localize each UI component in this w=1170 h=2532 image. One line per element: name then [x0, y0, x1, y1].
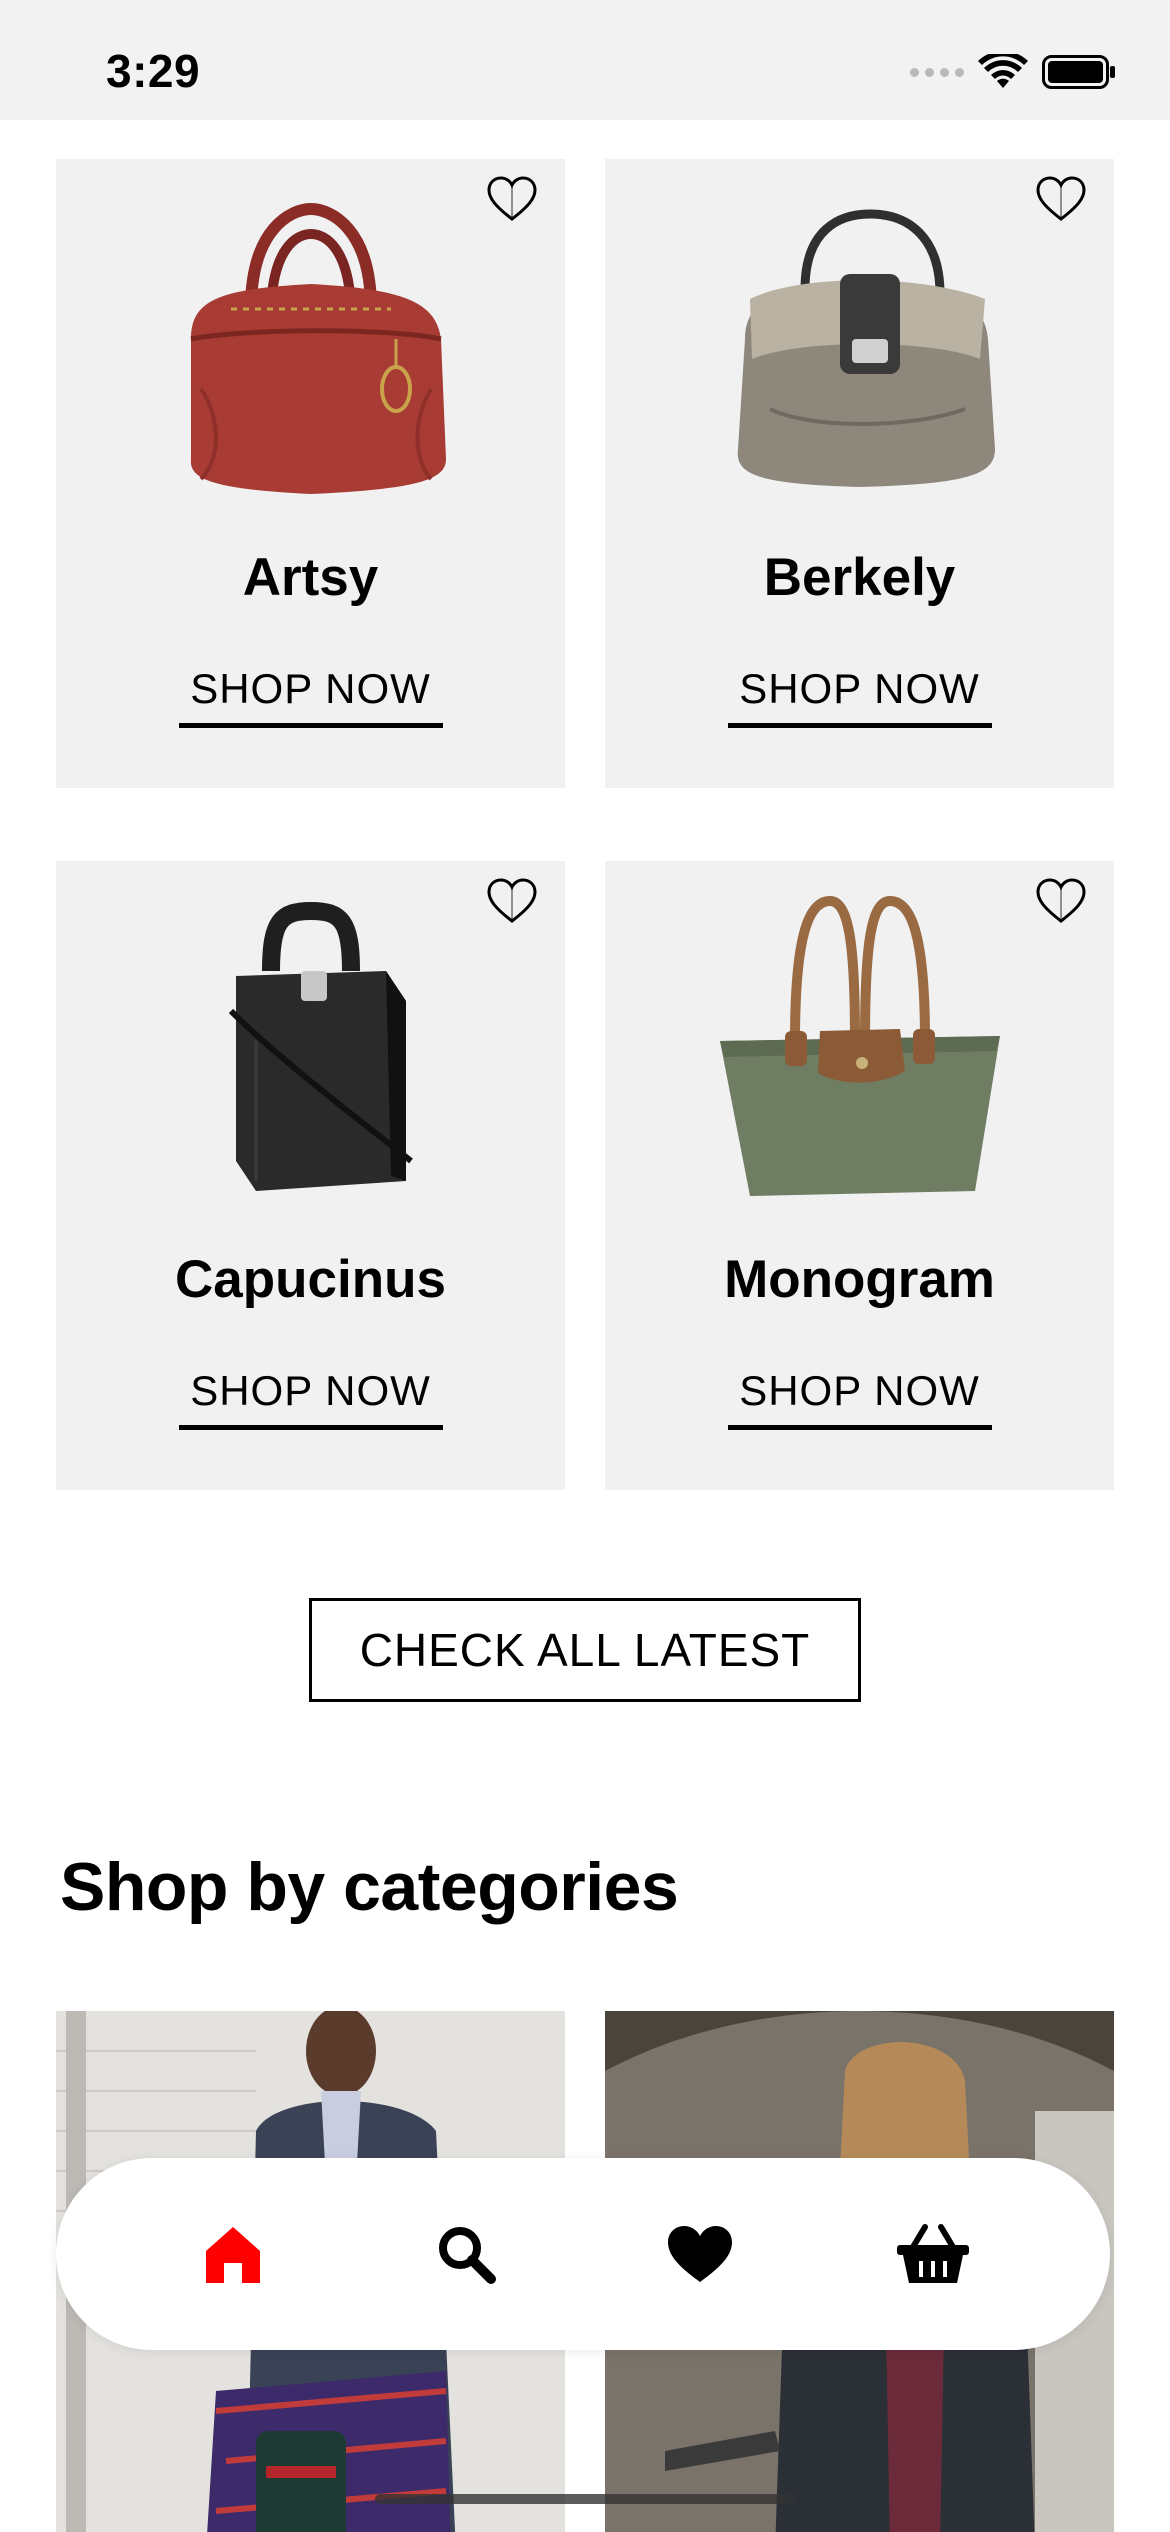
bottom-navigation	[56, 2158, 1110, 2350]
nav-search[interactable]	[416, 2204, 516, 2304]
shop-now-link[interactable]: SHOP NOW	[178, 1367, 443, 1430]
status-time: 3:29	[106, 45, 201, 97]
status-icons	[910, 54, 1116, 90]
home-indicator	[375, 2494, 795, 2504]
nav-home[interactable]	[183, 2204, 283, 2304]
section-title: Shop by categories	[60, 1849, 679, 1925]
product-card[interactable]: Monogram SHOP NOW	[605, 861, 1114, 1490]
product-name: Capucinus	[175, 1250, 446, 1309]
heart-icon	[667, 2226, 732, 2282]
search-icon	[439, 2227, 497, 2284]
status-bar: 3:29	[0, 0, 1170, 120]
wifi-icon	[978, 54, 1028, 88]
product-card[interactable]: Artsy SHOP NOW	[56, 159, 565, 788]
nav-favorites[interactable]	[650, 2204, 750, 2304]
cellular-signal-icon	[910, 67, 964, 77]
product-card[interactable]: Berkely SHOP NOW	[605, 159, 1114, 788]
nav-basket[interactable]	[883, 2204, 983, 2304]
product-name: Berkely	[763, 548, 956, 607]
shop-now-link[interactable]: SHOP NOW	[727, 665, 992, 728]
product-name: Artsy	[242, 548, 379, 607]
home-icon	[205, 2227, 260, 2283]
shop-now-link[interactable]: SHOP NOW	[178, 665, 443, 728]
product-card[interactable]: Capucinus SHOP NOW	[56, 861, 565, 1490]
check-all-latest-button[interactable]: CHECK ALL LATEST	[309, 1598, 861, 1702]
product-grid: Artsy SHOP NOW Berkely SHOP NOW Capucinu…	[56, 159, 1115, 1490]
battery-icon	[1042, 55, 1115, 89]
product-name: Monogram	[724, 1250, 995, 1309]
shop-now-link[interactable]: SHOP NOW	[727, 1367, 992, 1430]
basket-icon	[897, 2224, 970, 2283]
